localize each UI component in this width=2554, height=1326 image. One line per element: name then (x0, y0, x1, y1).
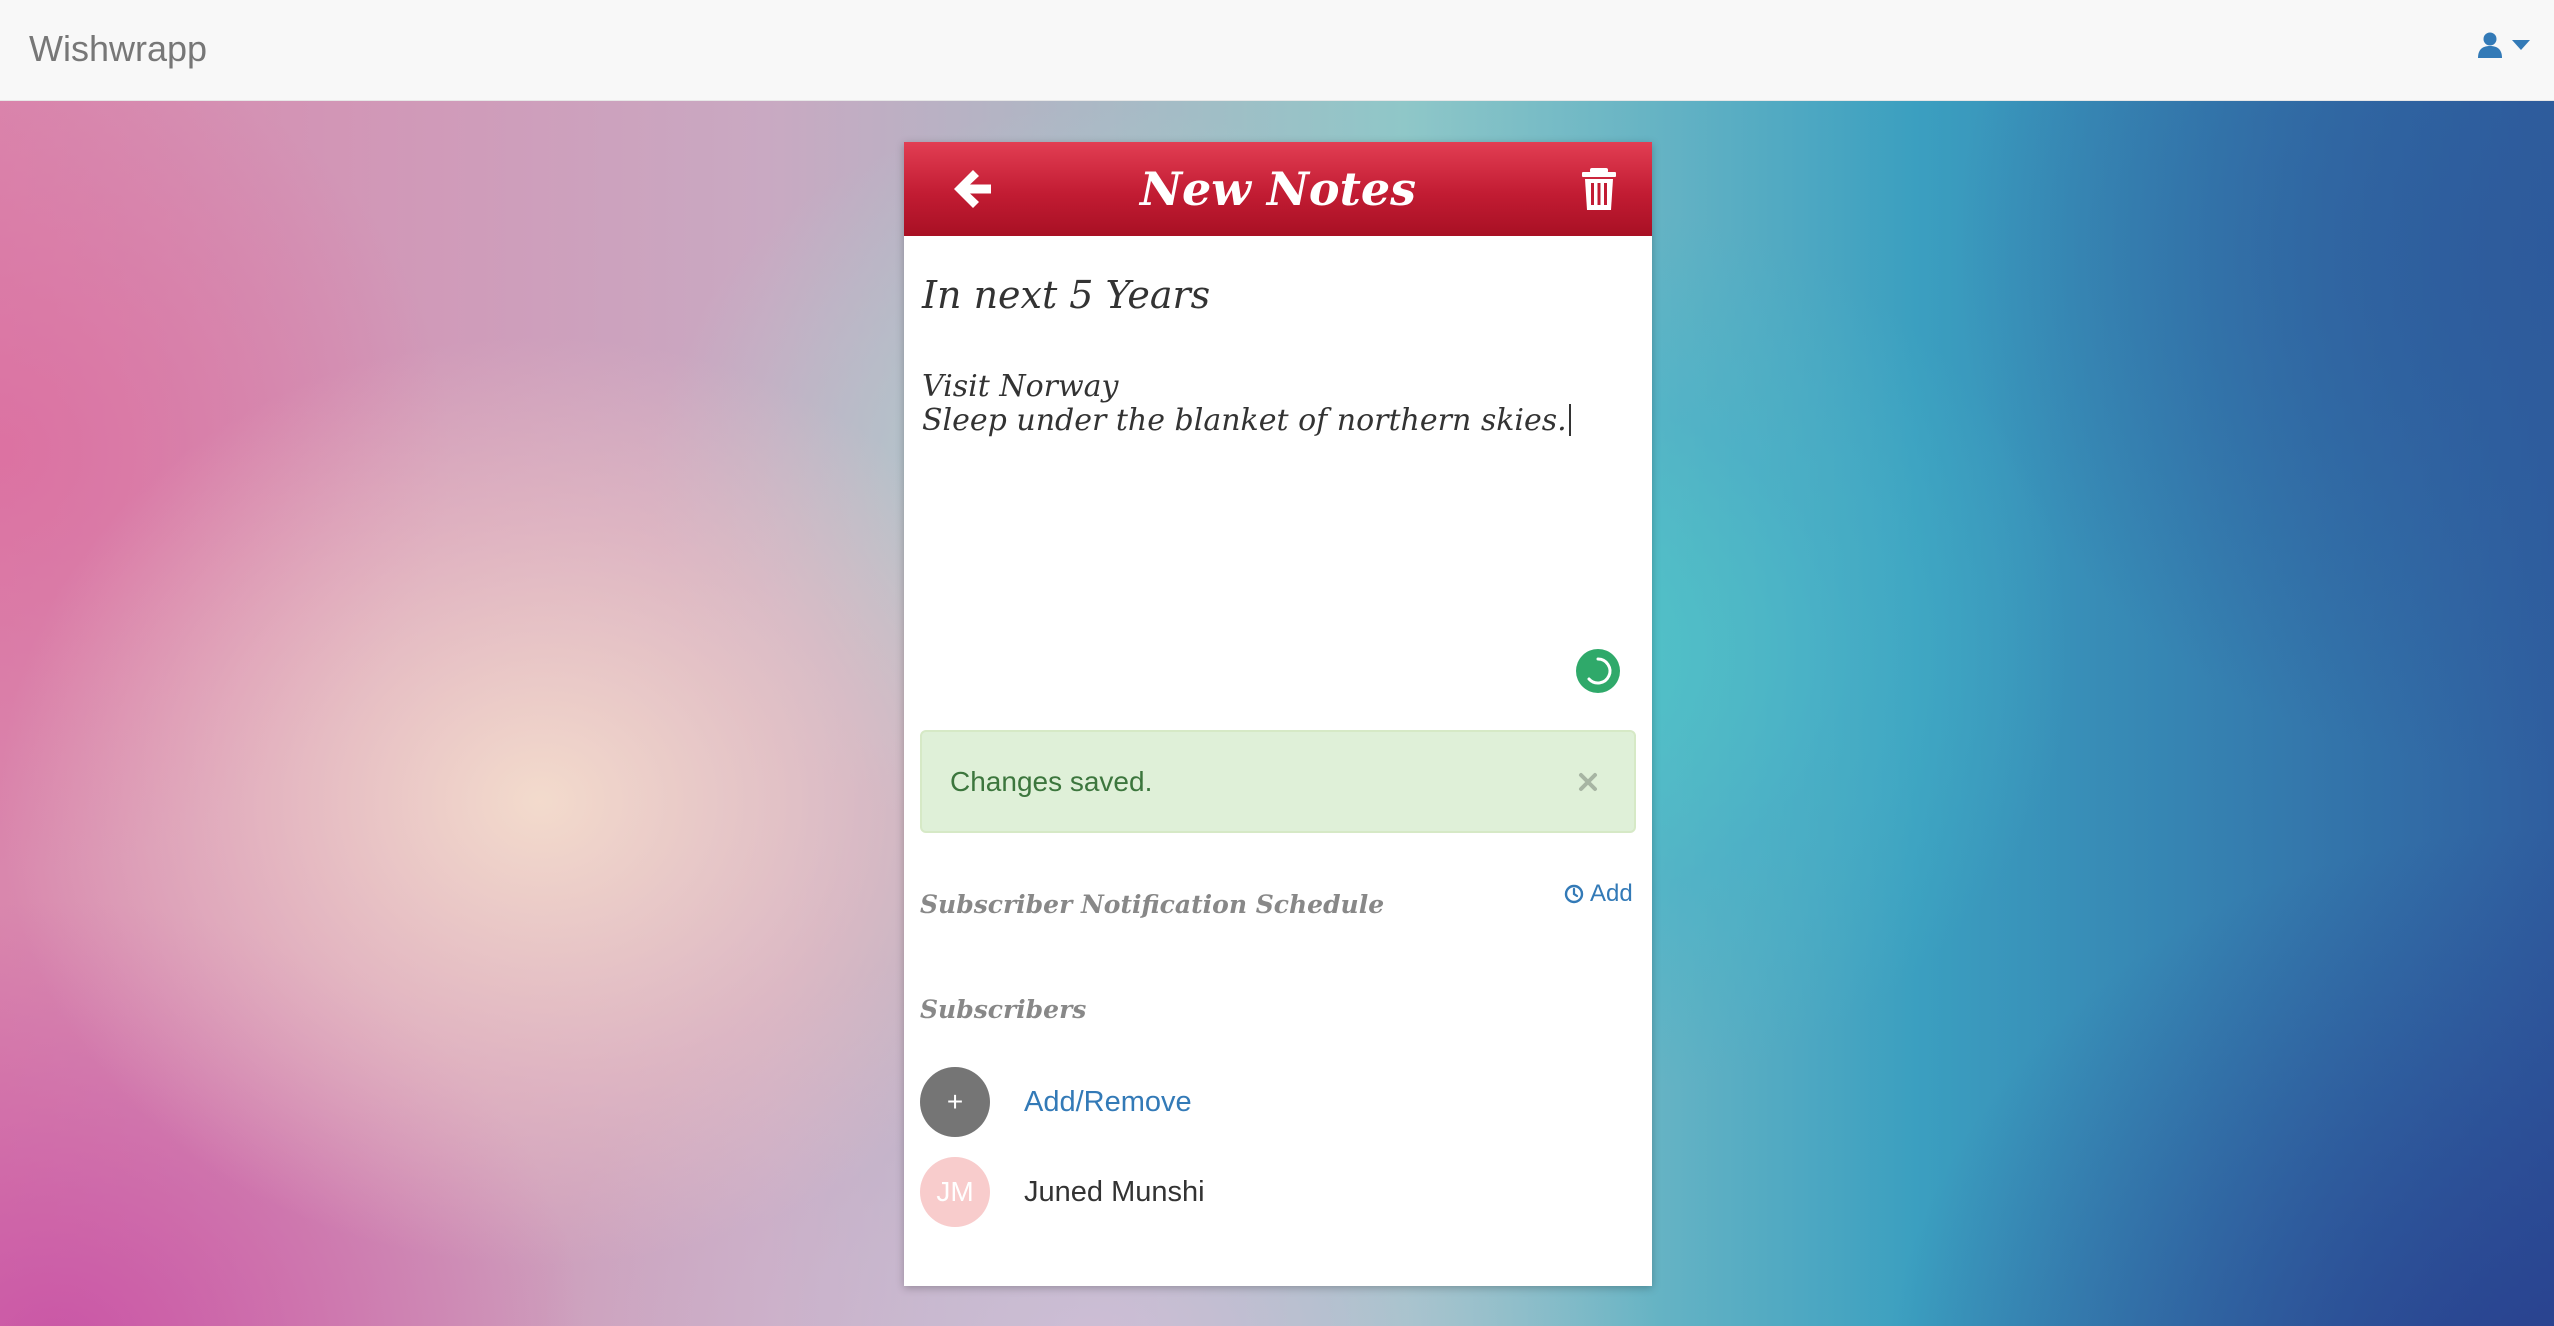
user-icon (2478, 32, 2502, 58)
avatar: JM (920, 1157, 990, 1227)
alert-message: Changes saved. (950, 766, 1153, 797)
add-remove-subscribers-row[interactable]: + Add/Remove (920, 1067, 1192, 1137)
close-icon (1579, 773, 1597, 791)
spinner-icon (1587, 657, 1612, 685)
add-schedule-label: Add (1590, 880, 1633, 907)
saving-spinner (1576, 649, 1620, 693)
navbar: Wishwrapp (0, 0, 2554, 101)
text-caret (1568, 404, 1571, 436)
subscriber-list-item: JM Juned Munshi (920, 1157, 1205, 1227)
note-body-line: Sleep under the blanket of northern skie… (922, 404, 1622, 438)
card-header: New Notes (904, 142, 1652, 236)
success-alert: Changes saved. (920, 730, 1636, 833)
note-body-line: Visit Norway (922, 369, 1119, 404)
add-remove-subscribers-link[interactable]: Add/Remove (1024, 1086, 1192, 1119)
alert-close-button[interactable] (1568, 762, 1608, 802)
trash-icon (1582, 168, 1616, 210)
user-menu-button[interactable] (2478, 32, 2530, 58)
add-schedule-button[interactable]: Add (1564, 880, 1633, 908)
brand-link[interactable]: Wishwrapp (29, 26, 207, 72)
caret-down-icon (2512, 40, 2530, 50)
clock-icon (1564, 884, 1584, 904)
schedule-label: Subscriber Notification Schedule (920, 890, 1385, 919)
subscriber-name: Juned Munshi (1024, 1175, 1205, 1208)
add-remove-subscribers-button[interactable]: + (920, 1067, 990, 1137)
note-title-input[interactable]: In next 5 Years (922, 272, 1210, 318)
note-body-textarea[interactable]: Visit Norway Sleep under the blanket of … (922, 370, 1622, 438)
page-title: New Notes (1139, 162, 1417, 216)
delete-button[interactable] (1574, 164, 1624, 214)
note-body-line-text: Sleep under the blanket of northern skie… (922, 403, 1567, 438)
note-card: New Notes In next 5 Years Visit Norway S… (904, 142, 1652, 1286)
subscribers-label: Subscribers (920, 995, 1087, 1024)
